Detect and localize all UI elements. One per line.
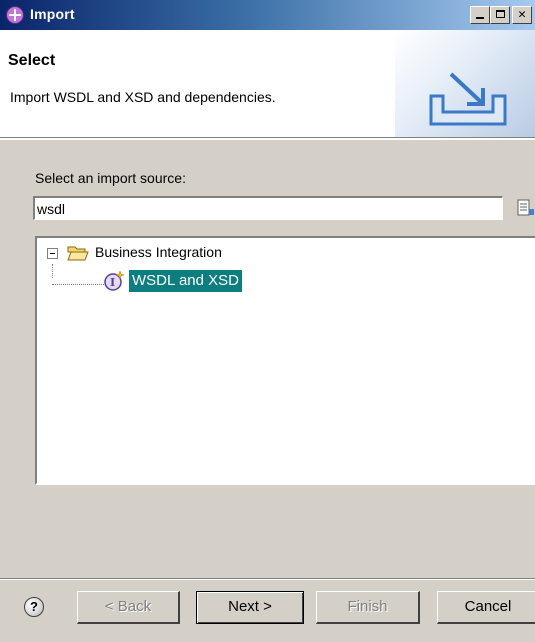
import-source-tree[interactable]: Business Integration I WSDL and XSD: [35, 236, 535, 485]
cancel-button[interactable]: Cancel: [437, 591, 535, 624]
tree-item-wsdl-and-xsd[interactable]: WSDL and XSD: [129, 270, 242, 292]
filter-input[interactable]: [33, 196, 503, 220]
close-icon: ✕: [518, 7, 526, 22]
tree-item-label: Business Integration: [95, 244, 222, 260]
clear-filter-icon[interactable]: [516, 197, 534, 219]
svg-text:I: I: [110, 276, 115, 289]
next-button[interactable]: Next >: [196, 591, 304, 624]
import-wizard-icon: [429, 72, 507, 126]
maximize-button[interactable]: [490, 6, 510, 24]
footer-separator: [0, 578, 535, 580]
collapse-icon[interactable]: [47, 248, 58, 259]
minimize-button[interactable]: [470, 6, 490, 24]
import-dialog: Import ✕ Select Import WSDL and XSD and …: [0, 0, 535, 642]
back-button[interactable]: < Back: [77, 591, 180, 624]
tree-connector: [52, 264, 53, 278]
finish-button[interactable]: Finish: [316, 591, 420, 624]
header-separator: [0, 138, 535, 140]
wizard-header: Select Import WSDL and XSD and dependenc…: [0, 30, 535, 138]
maximize-icon: [495, 10, 505, 18]
help-button[interactable]: ?: [24, 597, 44, 617]
app-icon: [6, 6, 24, 24]
import-source-label: Select an import source:: [35, 170, 186, 186]
page-title: Select: [8, 52, 56, 69]
wsdl-wizard-icon: I: [104, 270, 125, 291]
minimize-icon: [476, 17, 484, 19]
window-title: Import: [30, 6, 75, 22]
tree-connector: [52, 284, 104, 285]
folder-open-icon: [67, 246, 89, 261]
title-bar[interactable]: Import ✕: [0, 0, 535, 30]
page-description: Import WSDL and XSD and dependencies.: [10, 89, 276, 105]
close-button[interactable]: ✕: [512, 6, 532, 24]
